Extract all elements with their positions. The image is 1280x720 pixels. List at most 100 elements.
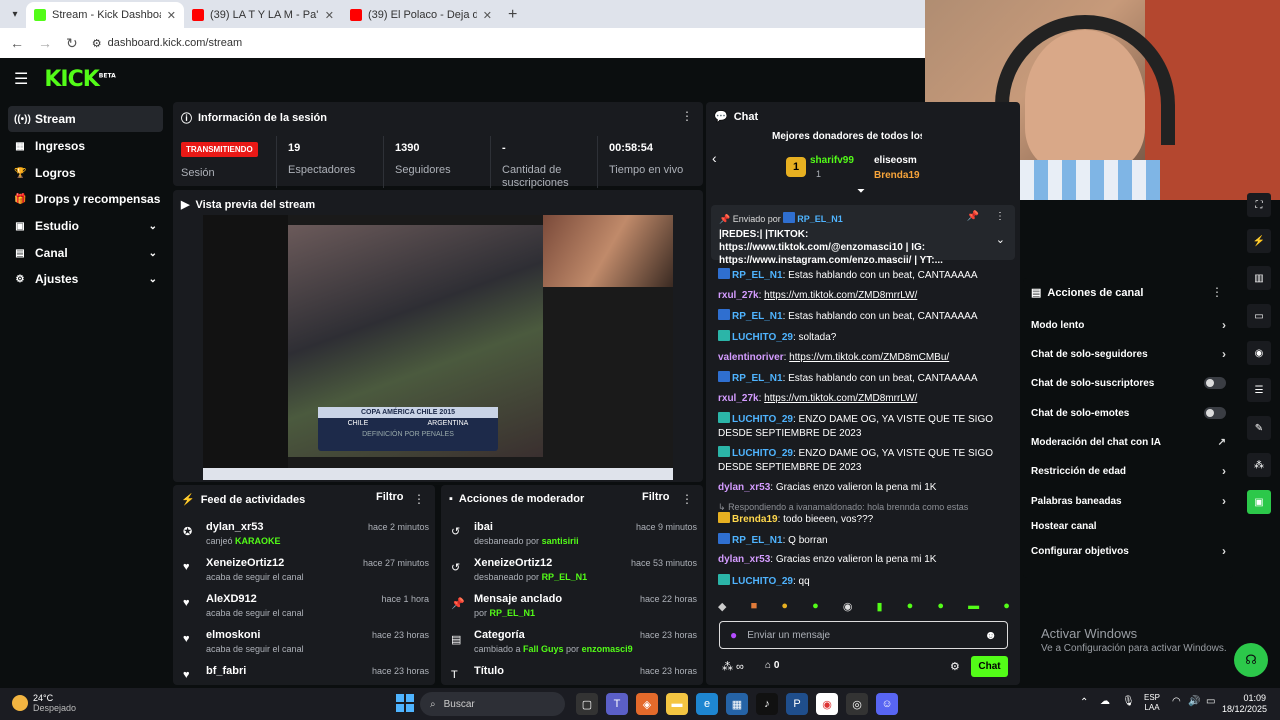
donor-name[interactable]: Brenda19 [874,170,920,181]
collapse-icon[interactable]: ⏷ [857,186,865,197]
sidebar-item-estudio[interactable]: ▣ Estudio ⌄ [8,213,163,239]
action-slow-mode[interactable]: Modo lento › [1031,315,1226,335]
more-options-icon[interactable]: ⋮ [1211,285,1223,299]
emotes-only-toggle[interactable] [1204,407,1226,419]
photoshop-icon[interactable]: P [786,693,808,715]
edge-icon[interactable]: e [696,693,718,715]
forward-icon[interactable]: → [38,35,52,51]
file-explorer-icon[interactable]: ▬ [666,693,688,715]
chat-username[interactable]: LUCHITO_29 [732,414,793,425]
wifi-icon[interactable]: ◠ [1172,696,1181,707]
browser-tab-youtube-1[interactable]: (39) LA T Y LA M - Pa' la Selecc ✕ [184,2,342,28]
discord-icon[interactable]: ☺ [876,693,898,715]
teams-icon[interactable]: T [606,693,628,715]
tab-search-icon[interactable]: ▾ [4,3,26,25]
browser-tab-youtube-2[interactable]: (39) El Polaco - Deja de llorar - ✕ [342,2,500,28]
emoji-icon[interactable]: ☻ [984,628,997,642]
copilot-icon[interactable]: ◈ [636,693,658,715]
points-display[interactable]: ⌂ 0 [765,660,779,671]
chat-input[interactable]: Enviar un mensaje [747,630,974,641]
donor-name[interactable]: sharifv99 [810,155,854,166]
feed-user[interactable]: AleXD912 [206,593,257,605]
emote-icon[interactable]: ▮ [877,600,883,616]
chat-username[interactable]: Brenda19 [732,514,778,525]
weather-widget[interactable]: 24°C Despejado [33,693,76,713]
mod-target[interactable]: ibai [474,521,493,533]
sidebar-item-ingresos[interactable]: ▦ Ingresos [8,133,163,159]
mod-category[interactable]: Fall Guys [523,644,564,654]
community-icon[interactable]: ⁂ [1247,453,1271,477]
new-tab-icon[interactable]: + [500,6,525,28]
emote-icon[interactable]: ● [937,600,944,616]
weather-icon[interactable] [12,695,28,711]
hamburger-menu-icon[interactable]: ☰ [14,69,28,89]
more-options-icon[interactable]: ⋮ [995,211,1005,222]
microphone-icon[interactable]: ● [730,628,737,642]
mic-tray-icon[interactable]: 🎙 [1122,696,1135,707]
feed-filter-button[interactable]: Filtro [376,491,404,503]
chat-username[interactable]: RP_EL_N1 [732,311,783,322]
chrome-icon[interactable]: ◉ [816,693,838,715]
pinned-author[interactable]: RP_EL_N1 [797,214,843,224]
back-icon[interactable]: ← [10,35,24,51]
emote-icon[interactable]: ■ [751,600,758,616]
emote-icon[interactable]: ◉ [843,600,853,616]
chat-username[interactable]: rxul_27k [718,290,759,301]
mod-actor[interactable]: RP_EL_N1 [490,608,536,618]
mod-actor[interactable]: enzomasci9 [582,644,633,654]
pinned-link[interactable]: https://www.tiktok.com/@enzomasci10 [719,242,903,253]
feed-user[interactable]: XeneizeOrtiz12 [206,557,284,569]
mod-actor[interactable]: santisirii [542,536,579,546]
action-followers-only[interactable]: Chat de solo-seguidores › [1031,344,1226,364]
cloud-icon[interactable]: ☁ [1100,696,1110,707]
mod-target[interactable]: Título [474,665,504,677]
chat-settings-icon[interactable]: ⚙ [950,660,960,673]
chat-bubble-icon[interactable]: ▭ [1247,304,1271,328]
store-icon[interactable]: ▦ [726,693,748,715]
community-icon[interactable]: ⁂ ∞ [722,660,744,673]
emote-icon[interactable]: ● [1003,600,1010,616]
chat-username[interactable]: RP_EL_N1 [732,535,783,546]
sidebar-item-ajustes[interactable]: ⚙ Ajustes ⌄ [8,266,163,292]
action-age-restriction[interactable]: Restricción de edad › [1031,461,1226,481]
mod-target[interactable]: Categoría [474,629,525,641]
help-headset-icon[interactable]: ☊ [1234,643,1268,677]
chat-username[interactable]: valentinoriver [718,352,784,363]
language-indicator[interactable]: ESP LAA [1144,693,1160,713]
obs-icon[interactable]: ◎ [846,693,868,715]
emote-icon[interactable]: ◆ [718,600,726,616]
chat-username[interactable]: rxul_27k [718,393,759,404]
more-options-icon[interactable]: ⋮ [681,109,693,123]
chat-link[interactable]: https://vm.tiktok.com/ZMD8mrrLW/ [764,393,917,404]
mod-filter-button[interactable]: Filtro [642,491,670,503]
volume-icon[interactable]: 🔊 [1188,696,1200,707]
wrench-icon[interactable]: ✎ [1247,416,1271,440]
close-tab-icon[interactable]: ✕ [483,9,492,22]
more-options-icon[interactable]: ⋮ [681,492,693,506]
sidebar-item-logros[interactable]: 🏆 Logros [8,160,163,186]
emote-icon[interactable]: ▬ [968,600,979,616]
close-tab-icon[interactable]: ✕ [325,9,334,22]
chat-username[interactable]: dylan_xr53 [718,482,770,493]
clipboard-icon[interactable]: ▥ [1247,266,1271,290]
start-menu-icon[interactable] [396,694,414,712]
chat-username[interactable]: RP_EL_N1 [732,270,783,281]
subscribers-only-toggle[interactable] [1204,377,1226,389]
mod-actor[interactable]: RP_EL_N1 [542,572,588,582]
chevron-left-icon[interactable]: ‹ [712,150,717,166]
clock[interactable]: 01:09 18/12/2025 [1222,693,1267,715]
broadcast-icon[interactable]: ◉ [1247,341,1271,365]
sidebar-item-canal[interactable]: ▤ Canal ⌄ [8,240,163,266]
sidebar-item-stream[interactable]: ((•)) Stream [8,106,163,132]
fullscreen-icon[interactable]: ⛶ [1247,193,1271,217]
chevron-down-icon[interactable]: ⌄ [996,233,1005,246]
more-options-icon[interactable]: ⋮ [413,492,425,506]
chat-link[interactable]: https://vm.tiktok.com/ZMD8mrrLW/ [764,290,917,301]
taskbar-search[interactable]: ⌕ Buscar [420,692,565,716]
pinned-link[interactable]: https://www.instagram.com/enzo.mascii/ [719,255,911,266]
mod-target[interactable]: XeneizeOrtiz12 [474,557,552,569]
feed-user[interactable]: elmoskoni [206,629,260,641]
feed-user[interactable]: bf_fabri [206,665,246,677]
chat-username[interactable]: LUCHITO_29 [732,332,793,343]
stream-preview-video[interactable]: COPA AMÉRICA CHILE 2015 CHILE ARGENTINA D… [203,215,673,480]
